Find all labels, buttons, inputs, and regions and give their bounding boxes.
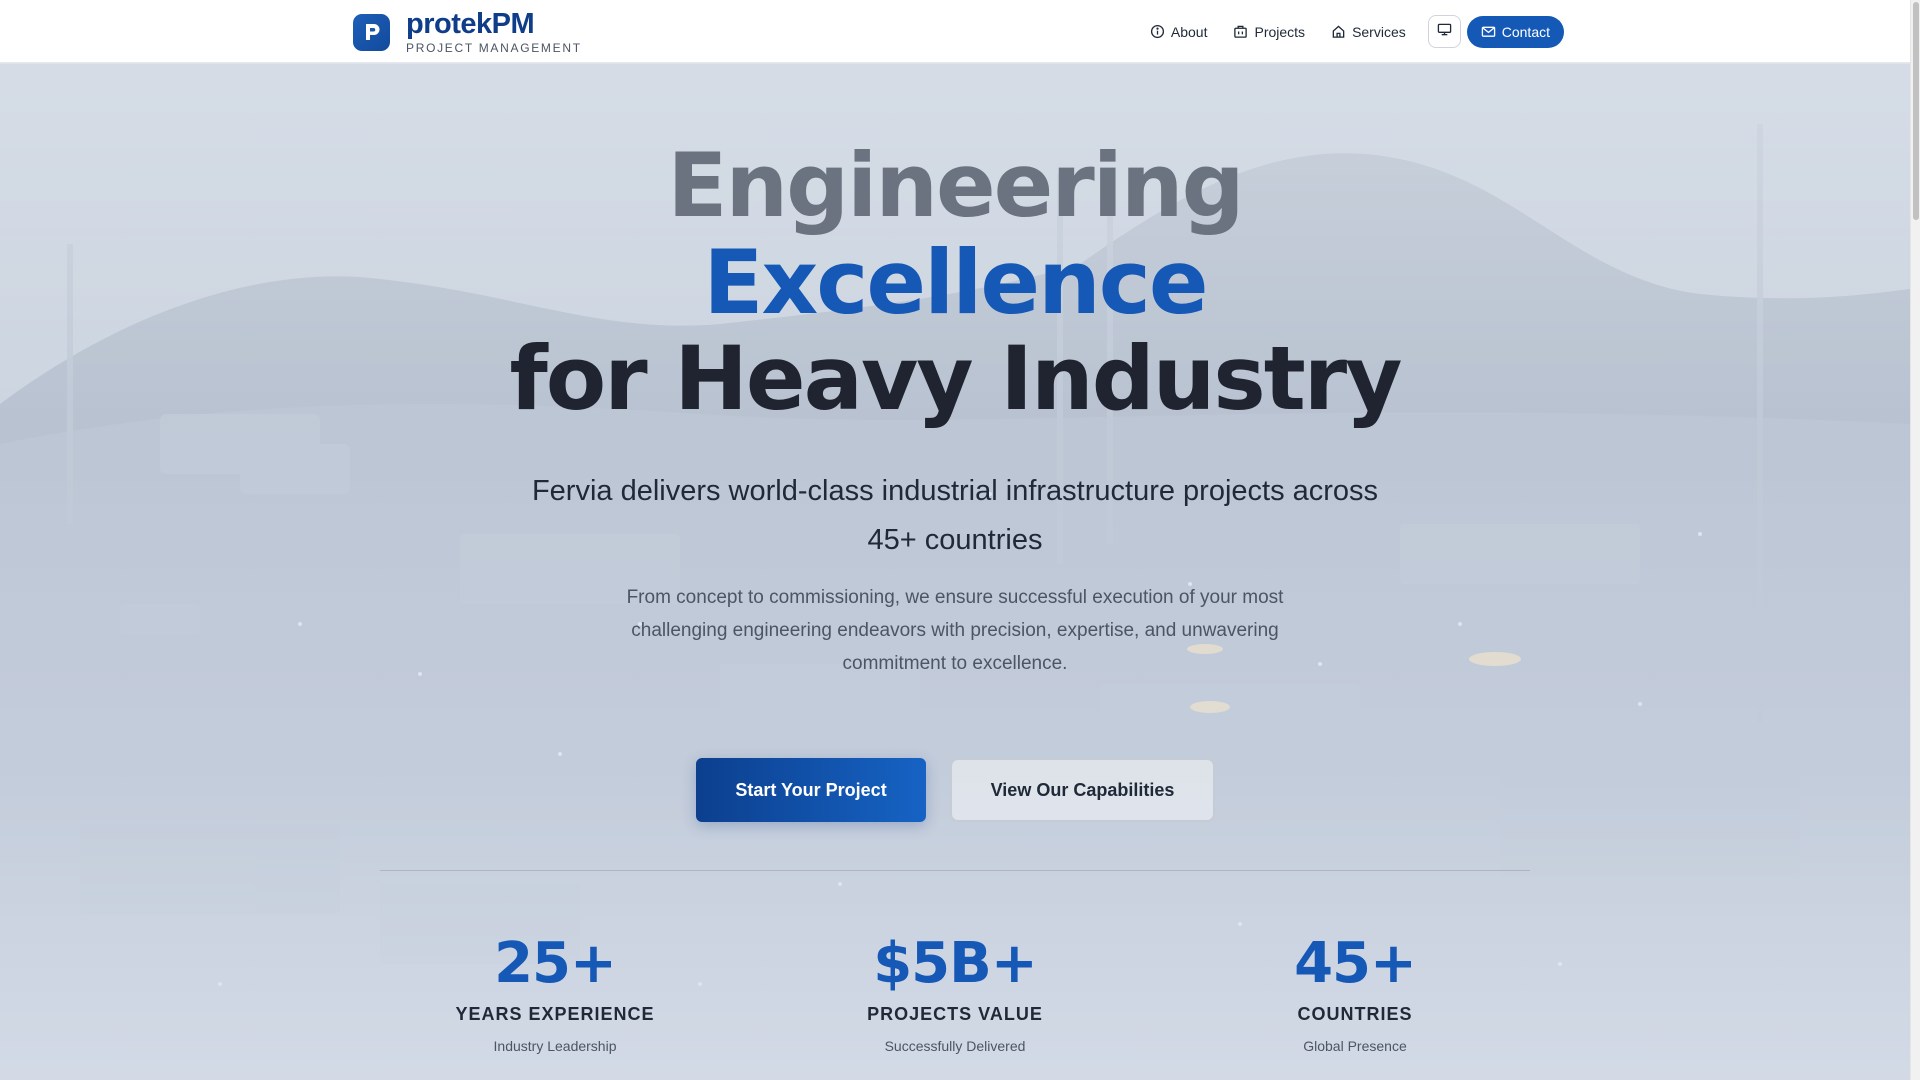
monitor-icon	[1437, 22, 1452, 42]
theme-toggle-button[interactable]	[1427, 15, 1461, 48]
logo-p-icon	[353, 13, 390, 51]
stat-projects-value: $5B+ PROJECTS VALUE Successfully Deliver…	[775, 931, 1135, 1055]
hero-subheadline: Fervia delivers world-class industrial i…	[531, 475, 1379, 556]
stat-sub: Industry Leadership	[493, 1038, 617, 1054]
headline-line-1: Engineering	[667, 134, 1244, 237]
stat-value: 45+	[1294, 931, 1417, 996]
site-header: protekPM PROJECT MANAGEMENT About Projec…	[0, 0, 1910, 63]
home-icon	[1331, 24, 1346, 39]
view-capabilities-button[interactable]: View Our Capabilities	[950, 758, 1215, 822]
start-project-button[interactable]: Start Your Project	[696, 758, 926, 822]
stats-divider	[380, 870, 1530, 871]
stat-label: COUNTRIES	[1297, 1004, 1413, 1024]
stat-sub: Global Presence	[1303, 1038, 1407, 1054]
nav-services-label: Services	[1352, 23, 1406, 40]
nav-projects-label: Projects	[1254, 23, 1306, 40]
stat-sub: Successfully Delivered	[884, 1038, 1026, 1054]
mail-icon	[1481, 24, 1496, 39]
nav-about-label: About	[1170, 23, 1208, 40]
nav-services[interactable]: Services	[1331, 24, 1406, 40]
nav-projects[interactable]: Projects	[1233, 24, 1305, 40]
stat-label: PROJECTS VALUE	[867, 1004, 1043, 1024]
stat-years: 25+ YEARS EXPERIENCE Industry Leadership	[375, 931, 735, 1055]
brand-name: protekPM	[406, 8, 535, 40]
stat-value: $5B+	[873, 931, 1038, 996]
contact-label: Contact	[1501, 23, 1550, 40]
contact-button[interactable]: Contact	[1466, 15, 1564, 48]
info-circle-icon	[1150, 24, 1165, 39]
hero-section: Engineering Excellence for Heavy Industr…	[0, 64, 1910, 1080]
stat-countries: 45+ COUNTRIES Global Presence	[1175, 931, 1535, 1055]
main-nav: About Projects Services Contact	[1124, 15, 1564, 48]
headline-line-3: for Heavy Industry	[509, 327, 1402, 430]
headline-line-2: Excellence	[703, 231, 1208, 334]
stat-label: YEARS EXPERIENCE	[455, 1004, 655, 1024]
scrollbar-thumb[interactable]	[1913, 2, 1919, 220]
building-icon	[1233, 24, 1248, 39]
hero-description: From concept to commissioning, we ensure…	[626, 587, 1284, 674]
brand-logo[interactable]: protekPM PROJECT MANAGEMENT	[353, 10, 582, 54]
brand-tagline: PROJECT MANAGEMENT	[406, 41, 582, 55]
page-scrollbar[interactable]	[1910, 0, 1920, 1080]
stat-value: 25+	[494, 931, 617, 996]
nav-about[interactable]: About	[1150, 23, 1208, 40]
